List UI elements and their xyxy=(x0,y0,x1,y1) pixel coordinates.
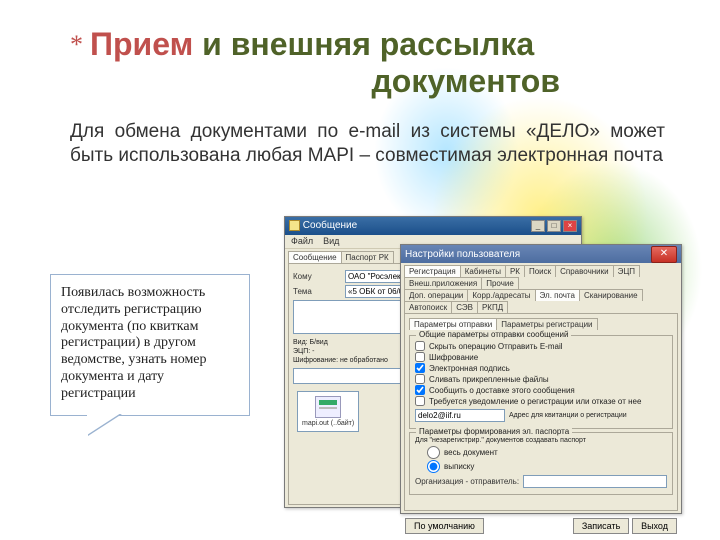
tab-corr[interactable]: Корр./адресаты xyxy=(467,289,535,301)
tab-other[interactable]: Прочие xyxy=(481,277,519,289)
exit-button[interactable]: Выход xyxy=(632,518,677,534)
title-rest: и внешняя рассылка xyxy=(202,26,534,62)
tab-rk[interactable]: РК xyxy=(505,265,525,277)
callout-box: Появилась возможность отследить регистра… xyxy=(50,274,250,416)
tabs-row1: Регистрация Кабинеты РК Поиск Справочник… xyxy=(401,263,681,289)
heading-bullet: * xyxy=(70,30,83,60)
title-back: Сообщение xyxy=(303,221,357,232)
tab-auto[interactable]: Автопоиск xyxy=(404,301,452,313)
chk-delivery[interactable] xyxy=(415,385,425,395)
passport-sub: Для "незарегистрир." документов создават… xyxy=(415,437,667,444)
menu-view[interactable]: Вид xyxy=(323,236,339,247)
title-word1: Прием xyxy=(90,26,193,62)
close-button-front[interactable]: ✕ xyxy=(651,246,677,263)
attachment-file[interactable]: mapi.out (..байт) xyxy=(297,391,359,432)
panel-front: Параметры отправки Параметры регистрации… xyxy=(404,313,678,511)
callout-text: Появилась возможность отследить регистра… xyxy=(61,285,207,401)
chk-cipher[interactable] xyxy=(415,352,425,362)
group-send-params: Общие параметры отправки сообщений Скрыт… xyxy=(409,335,673,429)
org-input[interactable] xyxy=(523,475,667,488)
org-label: Организация - отправитель: xyxy=(415,477,519,486)
tab-refs[interactable]: Справочники xyxy=(555,265,613,277)
to-label: Кому xyxy=(293,272,341,281)
group-passport: Параметры формирования эл. паспорта Для … xyxy=(409,432,673,495)
title-front: Настройки пользователя xyxy=(405,249,520,260)
tab-sev[interactable]: СЭВ xyxy=(451,301,478,313)
tabs-row2: Доп. операции Корр./адресаты Эл. почта С… xyxy=(401,289,681,313)
slide-title: Прием и внешняя рассылка документов xyxy=(90,26,660,100)
email-label: Адрес для квитанции о регистрации xyxy=(509,412,627,419)
tab-email[interactable]: Эл. почта xyxy=(535,289,580,301)
attachment-label: mapi.out (..байт) xyxy=(302,420,354,427)
email-input[interactable] xyxy=(415,409,505,422)
subtab-reg[interactable]: Параметры регистрации xyxy=(496,318,597,330)
button-row: По умолчанию Записать Выход xyxy=(401,514,681,538)
tab-ext[interactable]: Внеш.приложения xyxy=(404,277,482,289)
tab-ecp[interactable]: ЭЦП xyxy=(613,265,640,277)
default-button[interactable]: По умолчанию xyxy=(405,518,484,534)
tab-rkpd[interactable]: РКПД xyxy=(477,301,508,313)
subject-label: Тема xyxy=(293,287,341,296)
tab-cabinets[interactable]: Кабинеты xyxy=(460,265,506,277)
tab-message[interactable]: Сообщение xyxy=(288,251,342,263)
legend-passport: Параметры формирования эл. паспорта xyxy=(416,427,572,436)
intro-paragraph: Для обмена документами по e-mail из сист… xyxy=(70,120,665,168)
titlebar-front: Настройки пользователя ✕ xyxy=(401,245,681,263)
chk-notify[interactable] xyxy=(415,396,425,406)
rad-extract[interactable] xyxy=(427,460,440,473)
subtab-send[interactable]: Параметры отправки xyxy=(409,318,497,330)
tab-search[interactable]: Поиск xyxy=(524,265,556,277)
mail-icon xyxy=(289,220,300,231)
minimize-button[interactable]: _ xyxy=(531,220,545,232)
chk-hide-send[interactable] xyxy=(415,341,425,351)
tab-ops[interactable]: Доп. операции xyxy=(404,289,468,301)
close-button[interactable]: × xyxy=(563,220,577,232)
maximize-button[interactable]: □ xyxy=(547,220,561,232)
chk-merge[interactable] xyxy=(415,374,425,384)
rad-full[interactable] xyxy=(427,446,440,459)
tab-scan[interactable]: Сканирование xyxy=(579,289,643,301)
save-button[interactable]: Записать xyxy=(573,518,629,534)
tab-registration[interactable]: Регистрация xyxy=(404,265,461,277)
tab-passport[interactable]: Паспорт РК xyxy=(341,251,394,263)
legend-send: Общие параметры отправки сообщений xyxy=(416,330,571,339)
chk-esign[interactable] xyxy=(415,363,425,373)
titlebar-back: Сообщение _ □ × xyxy=(285,217,581,235)
title-line2: документов xyxy=(90,63,660,100)
settings-window: Настройки пользователя ✕ Регистрация Каб… xyxy=(400,244,682,514)
screenshot-stack: Сообщение _ □ × Файл Вид Сообщение Паспо… xyxy=(284,216,682,516)
menu-file[interactable]: Файл xyxy=(291,236,313,247)
